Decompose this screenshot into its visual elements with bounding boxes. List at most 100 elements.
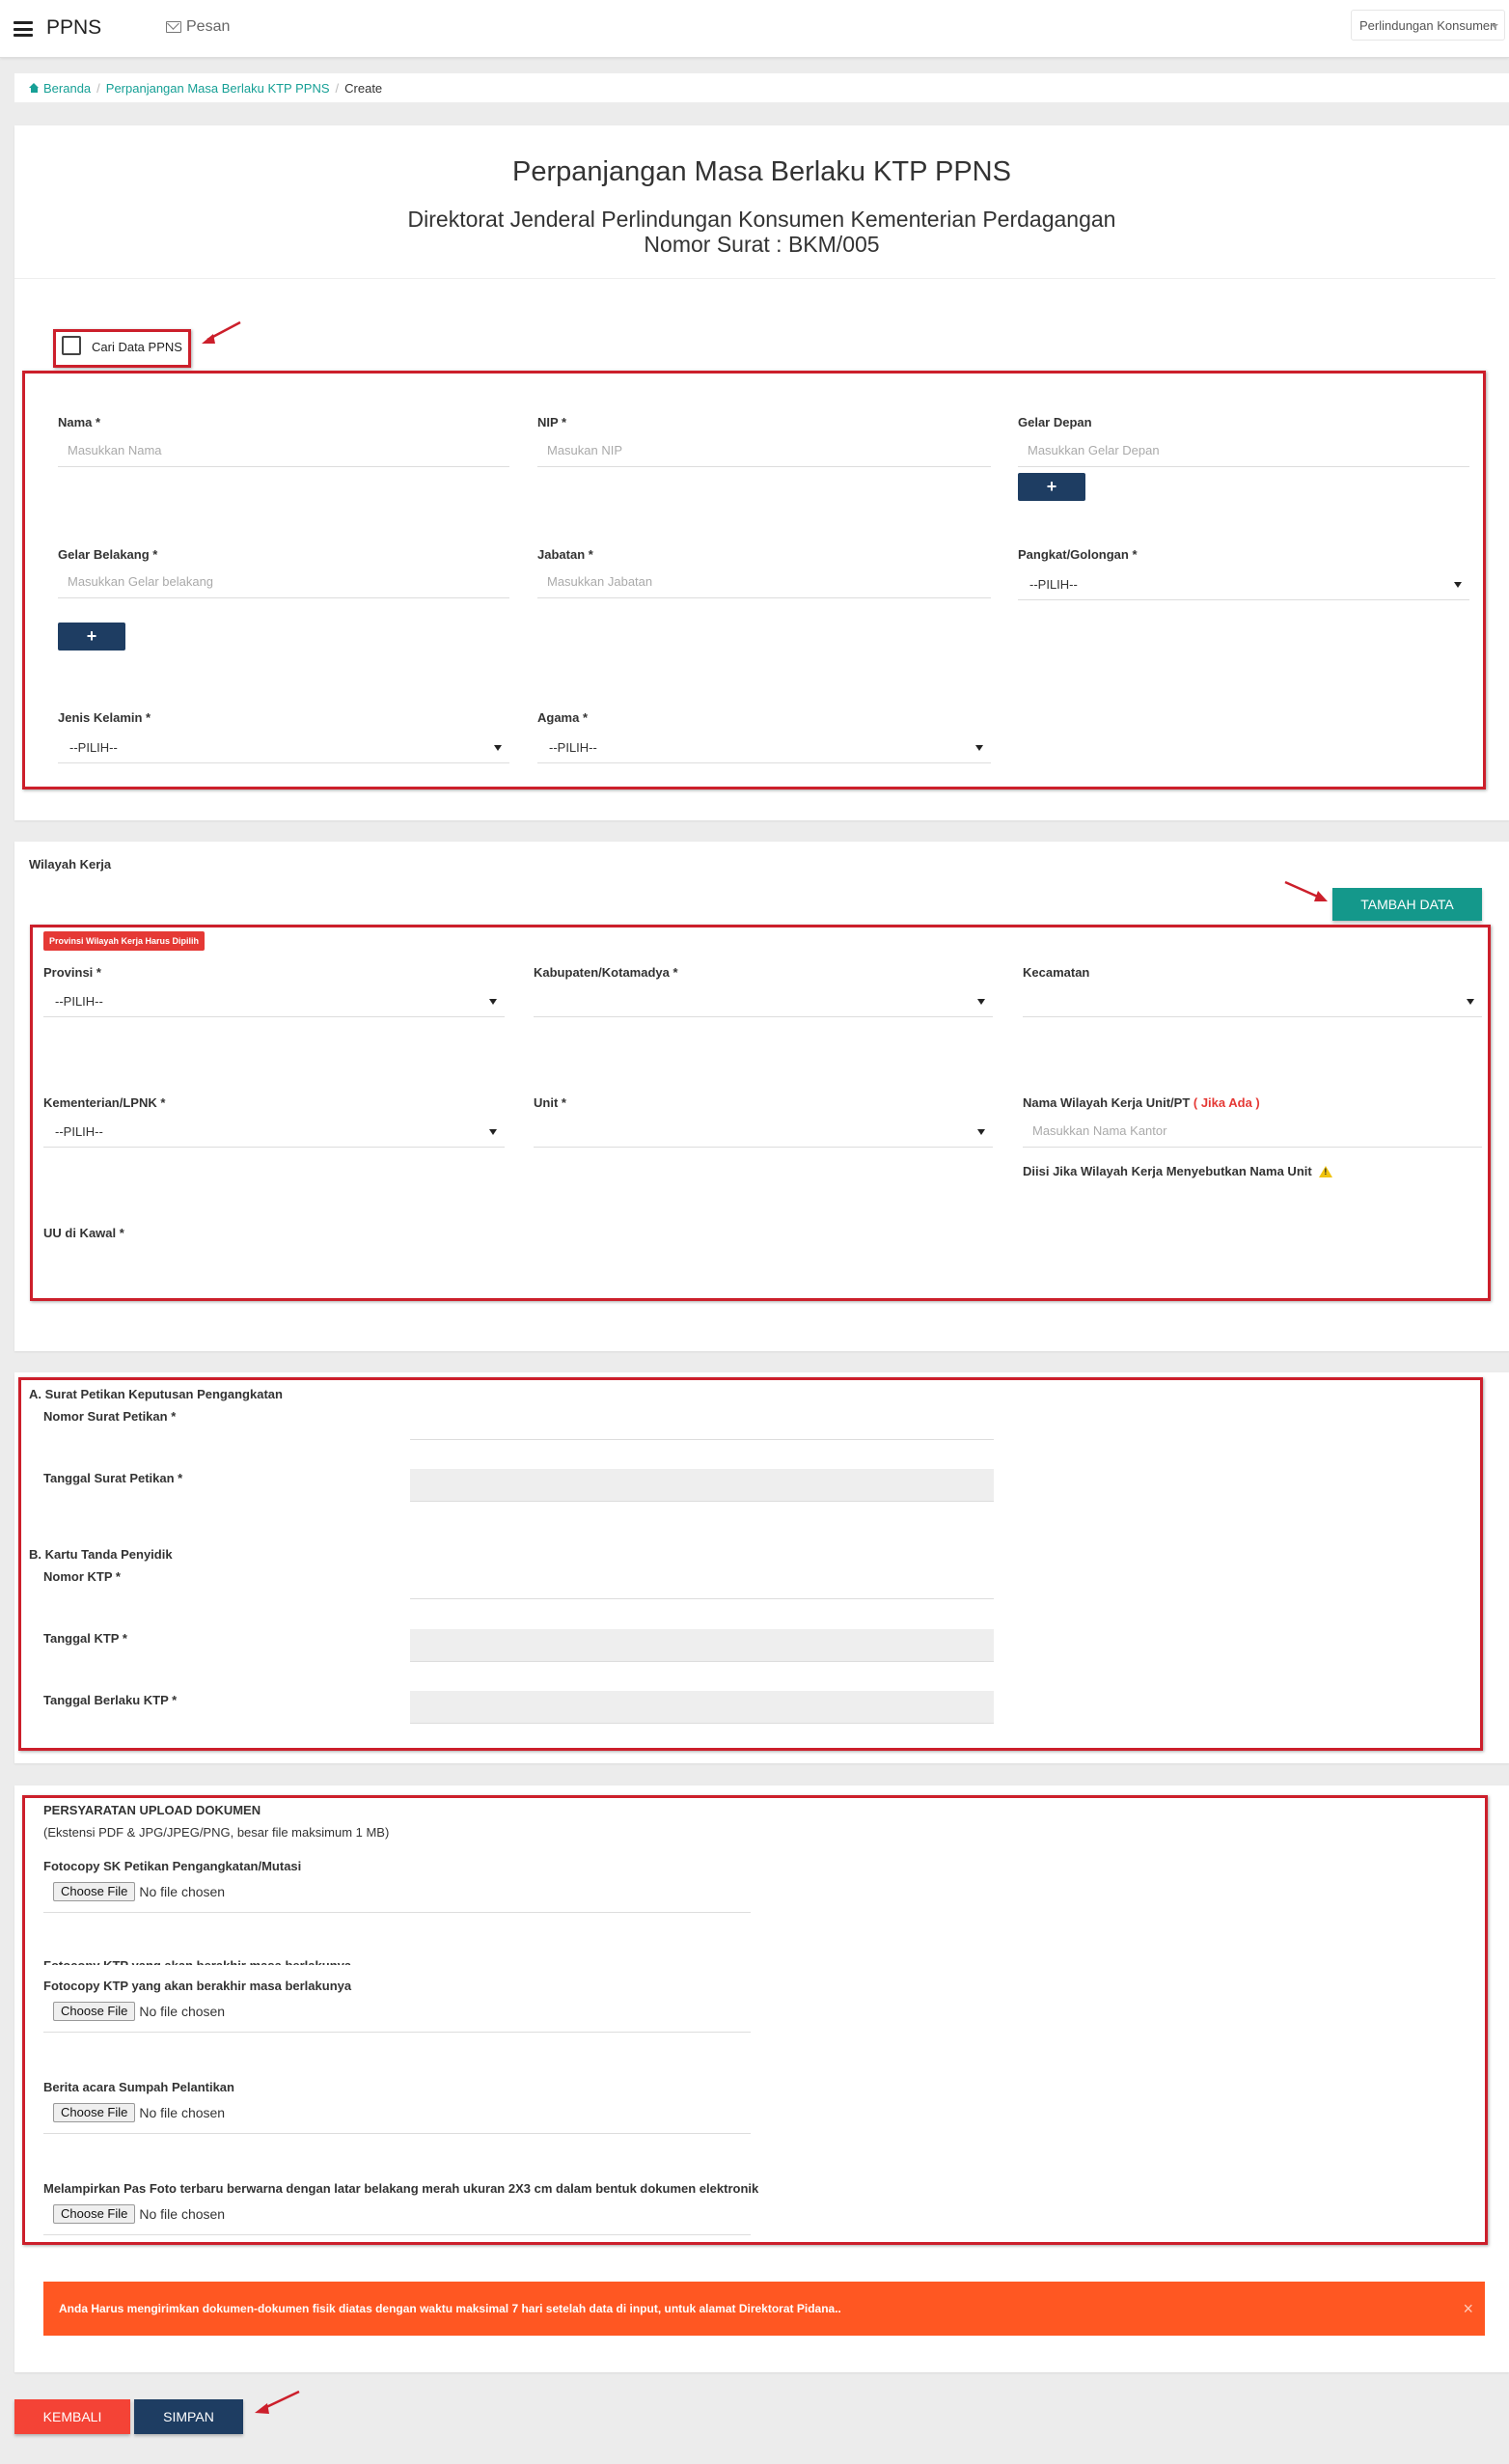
kabupaten-select[interactable] bbox=[534, 984, 993, 1017]
kecamatan-label: Kecamatan bbox=[1023, 965, 1090, 980]
agama-value: --PILIH-- bbox=[549, 740, 597, 755]
add-gelar-depan-button[interactable]: + bbox=[1018, 473, 1085, 501]
breadcrumb-home[interactable]: Beranda bbox=[43, 81, 91, 96]
jenis-kelamin-select[interactable]: --PILIH-- bbox=[58, 731, 509, 763]
nama-input[interactable] bbox=[58, 434, 509, 467]
close-icon[interactable]: × bbox=[1463, 2282, 1473, 2336]
upload-item-label: Fotocopy KTP yang akan berakhir masa ber… bbox=[43, 1979, 352, 1993]
simpan-button[interactable]: SIMPAN bbox=[134, 2399, 243, 2434]
choose-file-button[interactable]: Choose File bbox=[53, 1882, 136, 1901]
provinsi-select[interactable]: --PILIH-- bbox=[43, 984, 505, 1017]
upload-subtitle: (Ekstensi PDF & JPG/JPEG/PNG, besar file… bbox=[43, 1825, 390, 1840]
top-navbar: PPNS Pesan Perlindungan Konsumen bbox=[0, 0, 1509, 58]
kecamatan-select[interactable] bbox=[1023, 984, 1482, 1017]
section-a-title: A. Surat Petikan Keputusan Pengangkatan bbox=[29, 1387, 283, 1401]
annotation-arrow-icon bbox=[202, 320, 241, 344]
dropdown-arrow-icon bbox=[1467, 999, 1474, 1005]
nip-label: NIP * bbox=[537, 415, 567, 429]
upload-item-label: Melampirkan Pas Foto terbaru berwarna de… bbox=[43, 2181, 759, 2196]
jabatan-label: Jabatan * bbox=[537, 547, 593, 562]
kembali-button[interactable]: KEMBALI bbox=[14, 2399, 130, 2434]
kementerian-select[interactable]: --PILIH-- bbox=[43, 1115, 505, 1148]
section-b-title: B. Kartu Tanda Penyidik bbox=[29, 1547, 173, 1562]
required-badge: Provinsi Wilayah Kerja Harus Dipilih bbox=[43, 931, 205, 951]
tanggal-surat-label: Tanggal Surat Petikan * bbox=[43, 1471, 183, 1485]
agama-label: Agama * bbox=[537, 710, 589, 725]
breadcrumb-separator: / bbox=[335, 80, 340, 96]
tanggal-berlaku-input[interactable] bbox=[410, 1691, 994, 1724]
nama-wilayah-hint-text: Diisi Jika Wilayah Kerja Menyebutkan Nam… bbox=[1023, 1164, 1312, 1178]
file-input-sk[interactable]: Choose File No file chosen bbox=[53, 1881, 225, 1902]
provinsi-label: Provinsi * bbox=[43, 965, 101, 980]
page-title: Perpanjangan Masa Berlaku KTP PPNS bbox=[512, 156, 1011, 187]
jenis-kelamin-value: --PILIH-- bbox=[69, 740, 118, 755]
file-input-sumpah[interactable]: Choose File No file chosen bbox=[53, 2102, 225, 2123]
upload-ghost-label: Fotocopy KTP yang akan berakhir masa ber… bbox=[43, 1958, 351, 1965]
dropdown-arrow-icon bbox=[977, 1129, 985, 1135]
annotation-arrow-icon bbox=[1284, 880, 1328, 901]
file-status: No file chosen bbox=[139, 2105, 226, 2120]
choose-file-button[interactable]: Choose File bbox=[53, 2103, 136, 2122]
user-menu-label: Perlindungan Konsumen bbox=[1359, 18, 1497, 33]
envelope-icon bbox=[166, 21, 181, 33]
uu-label: UU di Kawal * bbox=[43, 1226, 124, 1240]
upload-item-label: Berita acara Sumpah Pelantikan bbox=[43, 2080, 234, 2094]
dropdown-arrow-icon bbox=[494, 745, 502, 751]
breadcrumb-separator: / bbox=[96, 80, 100, 96]
file-status: No file chosen bbox=[139, 1884, 226, 1899]
choose-file-button[interactable]: Choose File bbox=[53, 2204, 136, 2224]
add-gelar-belakang-button[interactable]: + bbox=[58, 623, 125, 651]
messages-label: Pesan bbox=[186, 18, 231, 35]
messages-link[interactable]: Pesan bbox=[166, 18, 230, 36]
pangkat-value: --PILIH-- bbox=[1029, 577, 1078, 592]
tanggal-berlaku-label: Tanggal Berlaku KTP * bbox=[43, 1693, 178, 1707]
nama-wilayah-label: Nama Wilayah Kerja Unit/PT ( Jika Ada ) bbox=[1023, 1095, 1260, 1110]
agama-select[interactable]: --PILIH-- bbox=[537, 731, 991, 763]
annotation-box-wilayah bbox=[30, 925, 1491, 1301]
provinsi-value: --PILIH-- bbox=[55, 994, 103, 1009]
user-menu-dropdown[interactable]: Perlindungan Konsumen bbox=[1351, 10, 1505, 41]
gelar-belakang-input[interactable] bbox=[58, 566, 509, 598]
search-ppns-checkbox[interactable] bbox=[62, 336, 81, 355]
breadcrumb: Beranda / Perpanjangan Masa Berlaku KTP … bbox=[14, 73, 1509, 102]
hamburger-menu-icon[interactable] bbox=[14, 21, 33, 37]
nama-wilayah-input[interactable] bbox=[1023, 1115, 1482, 1148]
breadcrumb-parent[interactable]: Perpanjangan Masa Berlaku KTP PPNS bbox=[106, 81, 330, 96]
divider bbox=[43, 2234, 751, 2235]
warning-icon bbox=[1319, 1166, 1333, 1177]
dropdown-arrow-icon bbox=[489, 999, 497, 1005]
upload-title: PERSYARATAN UPLOAD DOKUMEN bbox=[43, 1803, 261, 1817]
dropdown-arrow-icon bbox=[489, 1129, 497, 1135]
tambah-data-button[interactable]: TAMBAH DATA bbox=[1332, 888, 1482, 921]
home-icon bbox=[29, 83, 40, 93]
divider bbox=[43, 1912, 751, 1913]
tanggal-ktp-label: Tanggal KTP * bbox=[43, 1631, 127, 1646]
unit-select[interactable] bbox=[534, 1115, 993, 1148]
letter-number: Nomor Surat : BKM/005 bbox=[644, 232, 880, 257]
gelar-depan-input[interactable] bbox=[1018, 434, 1469, 467]
file-input-ktp[interactable]: Choose File No file chosen bbox=[53, 2001, 225, 2022]
brand-title[interactable]: PPNS bbox=[46, 16, 101, 40]
nama-wilayah-label-text: Nama Wilayah Kerja Unit/PT bbox=[1023, 1095, 1191, 1110]
nama-wilayah-note: ( Jika Ada ) bbox=[1193, 1095, 1260, 1110]
jabatan-input[interactable] bbox=[537, 566, 991, 598]
divider bbox=[43, 2133, 751, 2134]
nomor-ktp-label: Nomor KTP * bbox=[43, 1569, 121, 1584]
nip-input[interactable] bbox=[537, 434, 991, 467]
nomor-surat-input[interactable] bbox=[410, 1407, 994, 1440]
file-input-foto[interactable]: Choose File No file chosen bbox=[53, 2203, 225, 2225]
nomor-ktp-input[interactable] bbox=[410, 1566, 994, 1599]
kementerian-value: --PILIH-- bbox=[55, 1124, 103, 1139]
dropdown-arrow-icon bbox=[977, 999, 985, 1005]
upload-item-label: Fotocopy SK Petikan Pengangkatan/Mutasi bbox=[43, 1859, 302, 1873]
kabupaten-label: Kabupaten/Kotamadya * bbox=[534, 965, 678, 980]
caret-down-icon bbox=[1491, 24, 1498, 28]
pangkat-select[interactable]: --PILIH-- bbox=[1018, 568, 1469, 600]
info-alert: Anda Harus mengirimkan dokumen-dokumen f… bbox=[43, 2282, 1485, 2336]
unit-label: Unit * bbox=[534, 1095, 566, 1110]
tanggal-ktp-input[interactable] bbox=[410, 1629, 994, 1662]
kementerian-label: Kementerian/LPNK * bbox=[43, 1095, 166, 1110]
tanggal-surat-input[interactable] bbox=[410, 1469, 994, 1502]
choose-file-button[interactable]: Choose File bbox=[53, 2002, 136, 2021]
page-subtitle: Direktorat Jenderal Perlindungan Konsume… bbox=[407, 207, 1116, 232]
